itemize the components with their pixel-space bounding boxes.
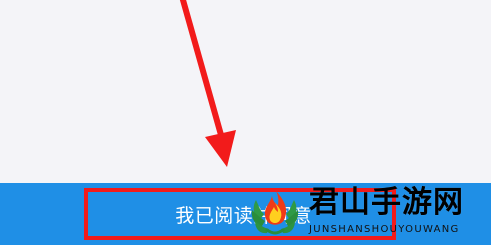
mobile-agreement-screen: 我已阅读并同意 君山手游网 JUNSHANSHOUYOUWANG [0,0,491,245]
agree-button[interactable]: 我已阅读并同意 [0,183,491,245]
agree-button-label: 我已阅读并同意 [175,204,312,227]
